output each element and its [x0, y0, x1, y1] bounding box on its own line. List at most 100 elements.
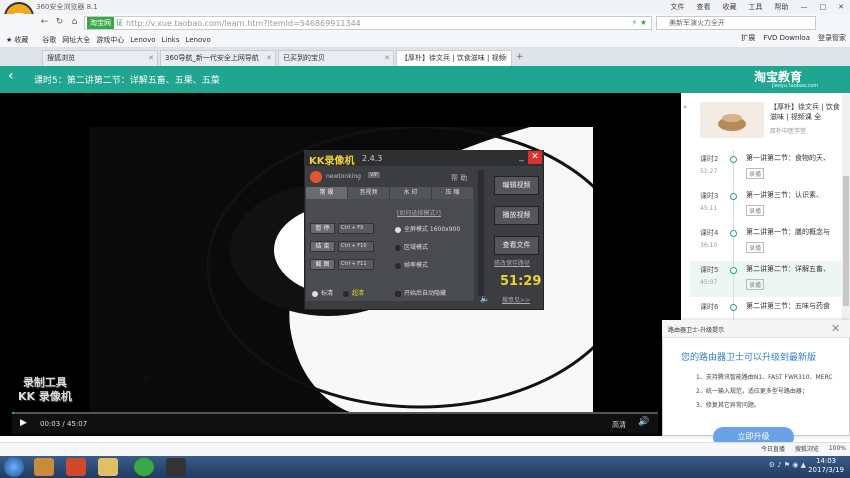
mode-label: 帧率模式 — [404, 262, 429, 269]
kk-quality-std[interactable]: 标清 — [312, 288, 333, 297]
kk-username[interactable]: newtonking — [326, 173, 361, 180]
course-title[interactable]: 【厚朴】徐文兵 | 饮食滋味 | 视频课 全 — [770, 102, 840, 122]
close-tab-icon[interactable]: ✕ — [148, 51, 154, 66]
menu-favorites[interactable]: 收藏 — [717, 0, 743, 14]
bookmark-lenovo-2[interactable]: Lenovo — [186, 36, 211, 44]
kk-stop-hotkey[interactable]: Ctrl + F10 — [338, 240, 374, 252]
lesson-title-text: 第二讲第三节：五味与药食 — [746, 302, 830, 310]
bookmark-links[interactable]: Links — [162, 36, 180, 44]
popup-close-icon[interactable]: ✕ — [831, 322, 840, 335]
back-arrow-icon[interactable]: ‹ — [8, 68, 14, 84]
kk-stop-button[interactable]: 结 束 — [310, 240, 335, 252]
lesson-title-text: 第一讲第二节：食物的天、 — [746, 154, 830, 162]
lesson-title: 课时5：第二讲第二节：详解五畜、五果、五菜 — [34, 76, 220, 86]
kk-feedback-link[interactable]: 搜意见>> — [502, 295, 530, 304]
tab-label: 搜狐浏览 — [47, 54, 75, 62]
kk-screenshot-hotkey[interactable]: Ctrl + F11 — [338, 258, 374, 270]
lesson-item[interactable]: 课时2 51:27 第一讲第二节：食物的天、 录播 — [690, 150, 842, 186]
bookmark-lenovo[interactable]: Lenovo — [130, 36, 155, 44]
kk-minimize-button[interactable]: _ — [516, 152, 527, 163]
bookmark-favorites[interactable]: 收藏 — [14, 35, 28, 45]
taskbar-folder-icon[interactable] — [98, 458, 118, 476]
taskbar-clock[interactable]: 14:03 2017/3/19 — [808, 457, 844, 475]
close-tab-icon[interactable]: ✕ — [502, 51, 508, 66]
taskbar-app-icon[interactable] — [66, 458, 86, 476]
home-icon[interactable]: ⌂ — [68, 16, 81, 29]
kk-close-button[interactable]: ✕ — [528, 151, 542, 164]
tab-course-video[interactable]: 【厚朴】徐文兵 | 饮食滋味 | 视频 ✕ — [396, 50, 512, 66]
kk-tab-watermark[interactable]: 水 印 — [390, 187, 431, 199]
kk-tab-compress[interactable]: 压 缩 — [432, 187, 473, 199]
kk-mode-framerate[interactable]: 帧率模式 — [395, 260, 428, 269]
kk-pause-hotkey[interactable]: Ctrl + F9 — [338, 222, 374, 234]
fvd-downloader-button[interactable]: FVD Downloa — [763, 34, 810, 42]
maximize-button[interactable]: □ — [814, 1, 833, 13]
kk-mode-help-link[interactable]: [如何选择模式?] — [397, 208, 441, 217]
status-live[interactable]: 今日直播 — [761, 444, 785, 453]
new-tab-icon[interactable]: + — [516, 52, 524, 62]
refresh-icon[interactable]: ↻ — [53, 16, 66, 29]
menu-file[interactable]: 文件 — [665, 0, 691, 14]
kk-tab-av[interactable]: 音视频 — [348, 187, 389, 199]
kk-tabs: 常 规 音视频 水 印 压 缩 — [306, 187, 474, 199]
system-tray-icons[interactable]: ⚙ ♪ ⚑ ◉ ▲ — [769, 461, 806, 469]
url-text[interactable]: http://v.xue.taobao.com/learn.htm?itemId… — [126, 19, 361, 28]
bookmark-google[interactable]: 谷歌 — [42, 35, 56, 45]
login-manager-button[interactable]: 登录管家 — [818, 33, 846, 43]
status-sohu[interactable]: 搜狐浏览 — [795, 444, 819, 453]
close-tab-icon[interactable]: ✕ — [266, 51, 272, 66]
search-input[interactable]: 美新军演火力全开 — [656, 16, 816, 30]
course-thumbnail[interactable] — [700, 102, 764, 138]
kk-play-video-button[interactable]: 播放视频 — [494, 206, 539, 225]
close-window-button[interactable]: ✕ — [832, 1, 850, 13]
kk-edit-video-button[interactable]: 编辑视频 — [494, 176, 539, 195]
start-button-icon[interactable] — [4, 457, 24, 477]
lesson-tag: 录播 — [746, 242, 765, 253]
kk-screenshot-button[interactable]: 截 图 — [310, 258, 335, 270]
bookmark-url-directory[interactable]: 网址大全 — [62, 35, 90, 45]
volume-icon[interactable]: 🔊 — [638, 417, 649, 427]
recorder-watermark: 录制工具 KK 录像机 — [18, 376, 72, 404]
kk-tab-general[interactable]: 常 规 — [306, 187, 347, 199]
kk-save-path-link[interactable]: 修改保存路径 — [494, 258, 530, 267]
menu-view[interactable]: 查看 — [691, 0, 717, 14]
menu-help[interactable]: 帮助 — [769, 0, 795, 14]
window-title: 360安全浏览器 8.1 — [36, 3, 98, 11]
url-bar-icons[interactable]: ⚡ ★ — [632, 18, 647, 27]
tab-purchased[interactable]: 已买到的宝贝 ✕ — [278, 50, 394, 66]
kk-speaker-icon[interactable]: 🔈 — [480, 294, 490, 303]
kk-view-file-button[interactable]: 查看文件 — [494, 236, 539, 255]
close-tab-icon[interactable]: ✕ — [384, 51, 390, 66]
status-zoom[interactable]: 100% — [829, 445, 846, 452]
progress-bar[interactable] — [12, 412, 658, 414]
tab-360-nav[interactable]: 360导航_新一代安全上网导航 ✕ — [160, 50, 276, 66]
kk-pause-button[interactable]: 暂 停 — [310, 222, 335, 234]
bookmark-game-center[interactable]: 游戏中心 — [96, 35, 124, 45]
minimize-button[interactable]: — — [795, 1, 814, 13]
kk-help-link[interactable]: 帮 助 — [451, 173, 467, 183]
kk-quality-hd[interactable]: 超清 — [343, 288, 364, 297]
lesson-title-text: 第一讲第三节：认识素、 — [746, 191, 823, 199]
url-bar[interactable]: 淘宝网 证 http://v.xue.taobao.com/learn.htm?… — [84, 16, 652, 30]
collapse-sidebar-icon[interactable]: » — [683, 103, 690, 115]
lesson-item[interactable]: 课时4 36:10 第二讲第一节：膳的概念与 录播 — [690, 224, 842, 260]
kk-mode-fullscreen[interactable]: 全屏模式 1600x900 — [395, 224, 460, 233]
scrollbar-thumb[interactable] — [843, 176, 849, 306]
taskbar-recorder-icon[interactable] — [166, 458, 186, 476]
lesson-item-active[interactable]: 课时5 45:07 第二讲第二节：详解五畜、 录播 — [690, 261, 842, 297]
tab-sohu[interactable]: 搜狐浏览 ✕ — [42, 50, 158, 66]
cert-icon[interactable]: 证 — [116, 18, 123, 28]
kk-mode-region[interactable]: 区域模式 — [395, 242, 428, 251]
back-icon[interactable]: ← — [38, 16, 51, 29]
taskbar-browser-icon[interactable] — [134, 458, 154, 476]
tab-label: 360导航_新一代安全上网导航 — [165, 54, 259, 62]
quality-selector[interactable]: 高清 — [612, 420, 626, 430]
status-items: 今日直播 搜狐浏览 100% — [751, 444, 846, 453]
taskbar-app-icon[interactable] — [34, 458, 54, 476]
extensions-button[interactable]: 扩展 — [741, 33, 755, 43]
play-icon[interactable]: ▶ — [20, 418, 27, 428]
kk-auto-hide-checkbox[interactable]: 开始后自动隐藏 — [395, 288, 446, 297]
course-seller[interactable]: 厚朴中医学堂 — [770, 126, 806, 135]
lesson-item[interactable]: 课时3 45:11 第一讲第三节：认识素、 录播 — [690, 187, 842, 223]
menu-tools[interactable]: 工具 — [743, 0, 769, 14]
